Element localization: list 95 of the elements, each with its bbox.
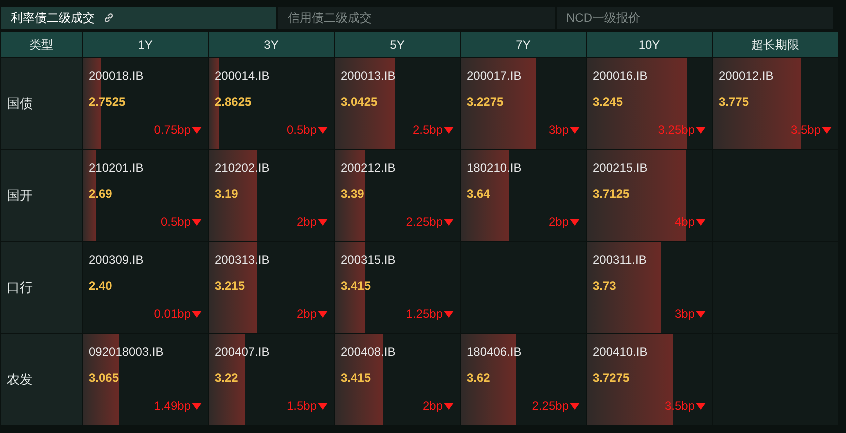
change-value: 3bp [674, 306, 695, 323]
yield-rate: 3.2275 [467, 94, 504, 111]
column-header: 1Y [83, 32, 208, 57]
tab[interactable]: NCD一级报价 [556, 7, 833, 29]
down-triangle-icon [192, 310, 202, 318]
change-value: 2bp [296, 214, 317, 231]
change-value: 2bp [548, 214, 569, 231]
down-triangle-icon [570, 402, 580, 410]
down-triangle-icon [318, 218, 328, 226]
yield-rate: 3.775 [719, 94, 750, 111]
yield-rate: 2.7525 [89, 94, 126, 111]
column-header: 7Y [461, 32, 586, 57]
row-header: 农发 [1, 334, 82, 425]
bond-code: 200309.IB [89, 252, 144, 269]
yield-rate: 3.415 [341, 278, 372, 295]
yield-rate: 3.62 [467, 370, 490, 387]
column-header: 类型 [1, 32, 82, 57]
down-triangle-icon [192, 402, 202, 410]
bond-code: 200311.IB [593, 252, 647, 269]
change-value: 0.5bp [286, 122, 317, 139]
down-triangle-icon [318, 126, 328, 134]
tab[interactable]: 利率债二级成交 [1, 7, 276, 29]
yield-rate: 3.7125 [593, 186, 630, 203]
yield-rate: 3.415 [341, 370, 372, 387]
change-value: 2bp [422, 398, 443, 415]
change-value: 2.25bp [406, 214, 443, 231]
link-icon [103, 12, 115, 24]
change-value: 3.5bp [664, 398, 695, 415]
yield-rate: 3.19 [215, 186, 238, 203]
yield-rate: 3.73 [593, 278, 616, 295]
change-value: 1.49bp [154, 398, 191, 415]
change-value: 2.5bp [412, 122, 443, 139]
bond-code: 200014.IB [215, 68, 270, 85]
down-triangle-icon [696, 126, 706, 134]
bond-code: 200315.IB [341, 252, 396, 269]
bond-code: 200013.IB [341, 68, 396, 85]
change-value: 3.25bp [658, 122, 695, 139]
bond-code: 200012.IB [719, 68, 774, 85]
down-triangle-icon [822, 126, 832, 134]
down-triangle-icon [444, 402, 454, 410]
change-value: 0.01bp [154, 306, 191, 323]
change-value: 2.25bp [532, 398, 569, 415]
yield-rate: 3.215 [215, 278, 246, 295]
yield-rate: 3.245 [593, 94, 624, 111]
bond-code: 200018.IB [89, 68, 144, 85]
bond-code: 092018003.IB [89, 344, 164, 361]
bond-code: 200408.IB [341, 344, 396, 361]
down-triangle-icon [318, 310, 328, 318]
bond-code: 210202.IB [215, 160, 270, 177]
change-value: 1.25bp [406, 306, 443, 323]
bond-code: 200215.IB [593, 160, 648, 177]
change-value: 4bp [674, 214, 695, 231]
row-header: 国开 [1, 150, 82, 241]
down-triangle-icon [570, 218, 580, 226]
bond-code: 210201.IB [89, 160, 144, 177]
yield-rate: 3.7275 [593, 370, 630, 387]
yield-rate: 3.64 [467, 186, 490, 203]
down-triangle-icon [696, 310, 706, 318]
down-triangle-icon [318, 402, 328, 410]
bond-code: 200212.IB [341, 160, 396, 177]
column-header: 超长期限 [713, 32, 838, 57]
yield-rate: 2.40 [89, 278, 112, 295]
yield-rate: 2.8625 [215, 94, 252, 111]
row-header: 国债 [1, 58, 82, 149]
down-triangle-icon [696, 218, 706, 226]
bond-code: 200313.IB [215, 252, 270, 269]
down-triangle-icon [696, 402, 706, 410]
down-triangle-icon [570, 126, 580, 134]
change-value: 1.5bp [286, 398, 317, 415]
bond-code: 200410.IB [593, 344, 648, 361]
bond-code: 180210.IB [467, 160, 522, 177]
yield-rate: 3.22 [215, 370, 238, 387]
down-triangle-icon [192, 218, 202, 226]
yield-rate: 2.69 [89, 186, 112, 203]
column-header: 3Y [209, 32, 334, 57]
down-triangle-icon [444, 310, 454, 318]
yield-rate: 3.39 [341, 186, 364, 203]
bond-code: 200016.IB [593, 68, 648, 85]
down-triangle-icon [444, 218, 454, 226]
bond-code: 200407.IB [215, 344, 270, 361]
change-value: 3.5bp [790, 122, 821, 139]
yield-rate: 3.0425 [341, 94, 378, 111]
change-value: 2bp [296, 306, 317, 323]
column-header: 5Y [335, 32, 460, 57]
change-value: 3bp [548, 122, 569, 139]
yield-rate: 3.065 [89, 370, 120, 387]
bond-code: 180406.IB [467, 344, 522, 361]
tab[interactable]: 信用债二级成交 [278, 7, 554, 29]
change-value: 0.5bp [160, 214, 191, 231]
column-header: 10Y [587, 32, 712, 57]
bond-code: 200017.IB [467, 68, 522, 85]
row-header: 口行 [1, 242, 82, 333]
down-triangle-icon [192, 126, 202, 134]
down-triangle-icon [444, 126, 454, 134]
change-value: 0.75bp [154, 122, 191, 139]
